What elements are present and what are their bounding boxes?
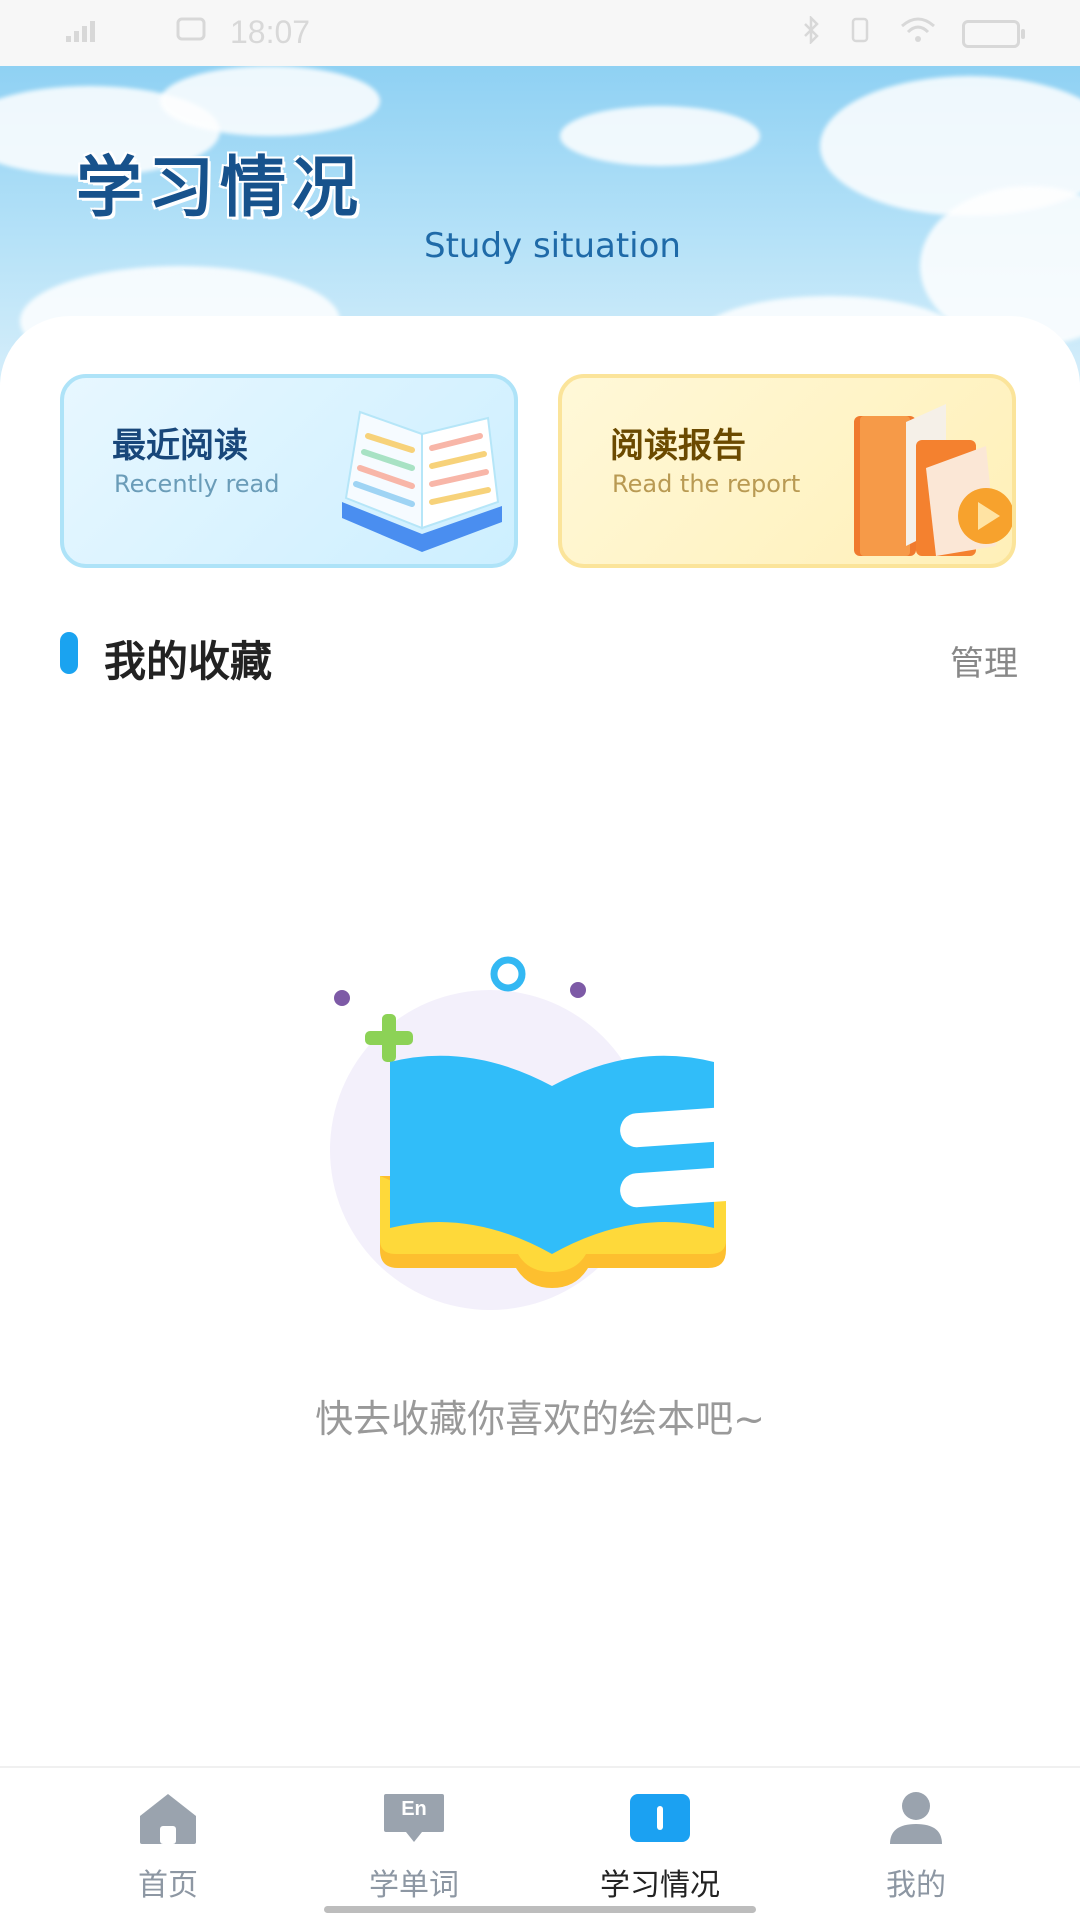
wifi-icon (900, 16, 936, 52)
nav-item-home[interactable]: 首页 (88, 1790, 248, 1904)
study-icon (628, 1790, 692, 1846)
page-subtitle: Study situation (424, 226, 681, 266)
status-icons (802, 14, 1025, 52)
app-root: 18:07 学习情况 Study situation 最近阅读 Recently (0, 0, 1080, 1920)
nav-item-profile[interactable]: 我的 (836, 1790, 996, 1904)
nav-item-study[interactable]: 学习情况 (580, 1790, 740, 1904)
home-indicator (324, 1906, 756, 1913)
nav-label-words: 学单词 (369, 1868, 459, 1903)
status-bar: 18:07 (0, 0, 1080, 66)
nav-label-home: 首页 (138, 1868, 198, 1903)
profile-icon (884, 1790, 948, 1846)
open-book-icon (332, 406, 512, 560)
bluetooth-icon (802, 14, 820, 52)
favorites-title: 我的收藏 (104, 637, 273, 686)
read-report-subtitle: Read the report (612, 470, 801, 498)
recently-read-card[interactable]: 最近阅读 Recently read (60, 374, 518, 568)
recently-read-title: 最近阅读 (112, 426, 248, 466)
notification-icon (176, 16, 206, 50)
section-accent-bar (60, 632, 78, 674)
manage-button[interactable]: 管理 (950, 636, 1018, 685)
battery-icon (962, 20, 1025, 48)
empty-favorites-message: 快去收藏你喜欢的绘本吧~ (315, 1397, 765, 1441)
recently-read-subtitle: Recently read (114, 470, 280, 498)
empty-book-icon (290, 950, 800, 1354)
nav-label-profile: 我的 (886, 1868, 946, 1903)
en-word-icon: En (382, 1790, 446, 1846)
read-report-title: 阅读报告 (610, 426, 746, 466)
signal-icon (64, 18, 108, 52)
read-report-card[interactable]: 阅读报告 Read the report (558, 374, 1016, 568)
status-time: 18:07 (230, 14, 311, 50)
page-title: 学习情况 (76, 149, 364, 226)
books-play-icon (846, 396, 1012, 564)
en-icon-text: En (401, 1798, 427, 1820)
nav-item-words[interactable]: En 学单词 (334, 1790, 494, 1904)
nav-label-study: 学习情况 (600, 1868, 720, 1903)
home-icon (136, 1790, 200, 1846)
bottom-nav: 首页 En 学单词 学习情况 我的 (0, 1766, 1080, 1920)
vibrate-icon (846, 16, 874, 52)
